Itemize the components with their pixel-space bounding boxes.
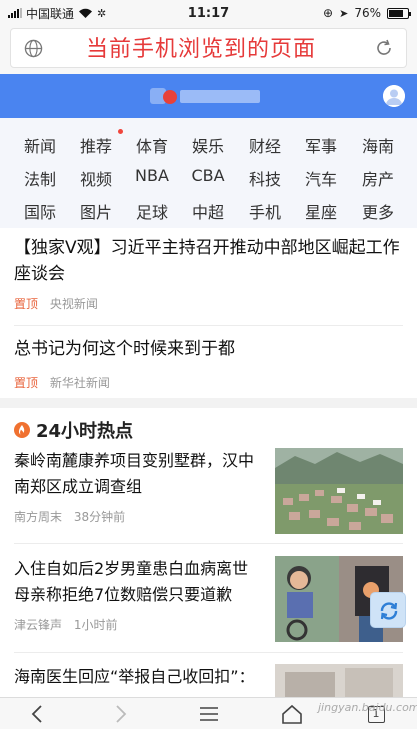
back-button[interactable] xyxy=(22,702,52,726)
battery-icon xyxy=(387,7,411,19)
category-tab[interactable]: 视频 xyxy=(68,166,124,190)
status-bar: 中国联通 ✲ 11:17 ⊕ ➤ 76% xyxy=(0,0,417,26)
news-item[interactable]: 总书记为何这个时候来到于都 置顶 新华社新闻 xyxy=(14,336,403,391)
divider xyxy=(14,652,403,653)
hot-section-header: 24小时热点 xyxy=(14,417,133,443)
category-tab[interactable]: 国际 xyxy=(12,199,68,223)
category-tab[interactable]: 海南 xyxy=(350,133,406,157)
news-source: 央视新闻 xyxy=(49,297,98,311)
logo-icon xyxy=(150,88,260,104)
forward-button[interactable] xyxy=(106,702,136,726)
menu-icon xyxy=(200,707,218,721)
refresh-icon xyxy=(380,602,398,620)
news-source: 新华社新闻 xyxy=(49,376,110,390)
category-tab[interactable]: 军事 xyxy=(293,133,349,157)
category-tab[interactable]: 图片 xyxy=(68,199,124,223)
loading-icon: ✲ xyxy=(97,6,107,20)
hot-news-item[interactable]: 海南医生回应“举报自己收回扣”： xyxy=(14,664,264,690)
wifi-icon xyxy=(79,8,93,18)
forward-arrow-icon xyxy=(116,705,127,723)
villa-landscape-image xyxy=(275,448,403,534)
pinned-tag: 置顶 xyxy=(14,376,39,390)
hot-news-item[interactable]: 秦岭南麓康养项目变别墅群，汉中南郑区成立调查组 南方周末 38分钟前 xyxy=(14,448,264,525)
category-tab[interactable]: 更多 xyxy=(350,199,406,223)
menu-button[interactable] xyxy=(194,702,224,726)
rotation-lock-icon: ⊕ xyxy=(323,6,334,20)
user-icon xyxy=(383,85,405,107)
carrier-name: 中国联通 xyxy=(26,6,75,21)
address-text[interactable]: 当前手机浏览到的页面 xyxy=(86,31,316,63)
news-meta: 置顶 新华社新闻 xyxy=(14,374,403,391)
news-source: 津云锋声 xyxy=(14,618,63,632)
address-bar[interactable]: 当前手机浏览到的页面 xyxy=(10,28,407,68)
brand-logo[interactable] xyxy=(150,85,268,107)
news-title[interactable]: 秦岭南麓康养项目变别墅群，汉中南郑区成立调查组 xyxy=(14,448,264,500)
category-tab[interactable]: 法制 xyxy=(12,166,68,190)
news-meta: 津云锋声 1小时前 xyxy=(14,616,264,633)
category-tab[interactable]: 星座 xyxy=(293,199,349,223)
category-tab[interactable]: 体育 xyxy=(124,133,180,157)
category-tab[interactable]: 科技 xyxy=(237,166,293,190)
news-title[interactable]: 入住自如后2岁男童患白血病离世 母亲称拒绝7位数赔偿只要道歉 xyxy=(14,556,264,608)
divider xyxy=(14,325,403,326)
reload-icon[interactable] xyxy=(374,38,394,58)
hot-section-title: 24小时热点 xyxy=(36,421,134,442)
news-meta: 南方周末 38分钟前 xyxy=(14,508,264,525)
signal-icon xyxy=(8,8,22,18)
category-tab[interactable]: 手机 xyxy=(237,199,293,223)
back-arrow-icon xyxy=(31,705,42,723)
category-tab[interactable]: 足球 xyxy=(124,199,180,223)
category-tab[interactable]: 推荐 xyxy=(68,133,124,157)
news-meta: 置顶 央视新闻 xyxy=(14,295,403,312)
category-tab[interactable]: CBA xyxy=(180,166,236,185)
app-header xyxy=(0,74,417,118)
home-icon xyxy=(282,704,302,724)
watermark: jingyan.baidu.com xyxy=(318,701,417,714)
news-item[interactable]: 【独家V观】习近平主持召开推动中部地区崛起工作座谈会 置顶 央视新闻 xyxy=(14,235,403,312)
address-bar-area: 当前手机浏览到的页面 xyxy=(0,26,417,74)
category-tab[interactable]: NBA xyxy=(124,166,180,185)
location-icon: ➤ xyxy=(339,6,349,20)
news-thumbnail[interactable] xyxy=(275,664,403,697)
globe-icon[interactable] xyxy=(24,39,43,58)
battery-level xyxy=(389,9,403,17)
news-title[interactable]: 总书记为何这个时候来到于都 xyxy=(14,336,403,362)
user-avatar[interactable] xyxy=(383,85,405,107)
news-title[interactable]: 海南医生回应“举报自己收回扣”： xyxy=(14,664,264,690)
category-tab[interactable]: 房产 xyxy=(350,166,406,190)
news-thumbnail[interactable] xyxy=(275,448,403,534)
news-title[interactable]: 【独家V观】习近平主持召开推动中部地区崛起工作座谈会 xyxy=(14,235,403,287)
category-grid: 新闻 推荐 体育 娱乐 财经 军事 海南法制 视频 NBA CBA 科技 汽车 房产国际 图片 足球 中超 手机… xyxy=(0,118,417,228)
category-tab[interactable]: 汽车 xyxy=(293,166,349,190)
refresh-button[interactable] xyxy=(370,592,406,628)
home-button[interactable] xyxy=(277,702,307,726)
hot-news-item[interactable]: 入住自如后2岁男童患白血病离世 母亲称拒绝7位数赔偿只要道歉 津云锋声 1小时前 xyxy=(14,556,264,633)
category-tab[interactable]: 中超 xyxy=(180,199,236,223)
flame-icon xyxy=(14,422,30,438)
category-tab[interactable]: 新闻 xyxy=(12,133,68,157)
category-tab[interactable]: 财经 xyxy=(237,133,293,157)
building-image xyxy=(275,664,403,697)
battery-percent: 76% xyxy=(354,6,381,20)
news-time: 38分钟前 xyxy=(73,510,126,524)
category-tab[interactable]: 娱乐 xyxy=(180,133,236,157)
divider xyxy=(14,543,403,544)
new-dot-indicator xyxy=(118,129,123,134)
news-source: 南方周末 xyxy=(14,510,63,524)
news-time: 1小时前 xyxy=(73,618,118,632)
pinned-tag: 置顶 xyxy=(14,297,39,311)
section-gap xyxy=(0,398,417,408)
